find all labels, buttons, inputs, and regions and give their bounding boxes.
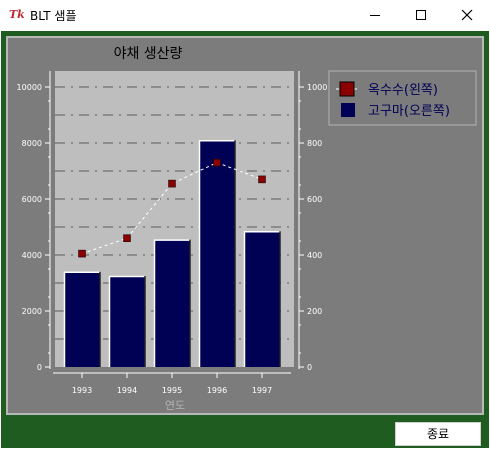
maximize-button[interactable] [398,0,444,31]
x-tick-label: 1996 [207,386,227,395]
x-tick-label: 1994 [117,386,137,395]
legend-marker-sweet-potato [341,103,355,117]
left-axis: 0 2000 4000 6000 8000 10000 [17,71,51,372]
graph-widget: 야채 생산량 0 2000 4000 6000 8000 10000 0 200 400 600… [6,36,484,415]
right-tick-label: 200 [307,307,322,316]
bar [108,275,146,367]
left-tick-label: 2000 [22,307,42,316]
close-icon [461,9,473,21]
close-button[interactable] [444,0,490,31]
legend: 옥수수(왼쪽) 고구마(오른쪽) [328,70,477,126]
line-point [213,158,221,167]
legend-label-sweet-potato: 고구마(오른쪽) [368,104,450,119]
bar [198,139,236,367]
x-axis-label: 연도 [165,399,185,412]
bar [63,271,101,367]
line-point [123,234,131,242]
right-tick-label: 1000 [307,83,327,92]
left-tick-label: 10000 [17,83,42,92]
line-point [168,179,176,188]
left-tick-label: 4000 [22,251,42,260]
right-tick-label: 400 [307,251,322,260]
chart-title: 야채 생산량 [114,46,183,62]
window-client: 야채 생산량 0 2000 4000 6000 8000 10000 0 200 400 600… [1,31,489,448]
legend-label-corn: 옥수수(왼쪽) [368,83,438,98]
left-tick-label: 6000 [22,195,42,204]
line-point [78,249,86,258]
minimize-button[interactable] [352,0,398,31]
bar [153,239,191,367]
maximize-icon [416,10,426,20]
left-tick-label: 8000 [22,139,42,148]
chart: 야채 생산량 0 2000 4000 6000 8000 10000 0 200 400 600… [17,46,477,412]
legend-marker-corn [339,81,355,97]
window-title: BLT 샘플 [30,9,77,23]
x-axis: 1993 1994 1995 1996 1997 [53,372,291,395]
quit-button[interactable]: 종료 [395,422,481,446]
x-tick-label: 1997 [252,386,272,395]
x-tick-label: 1995 [162,386,182,395]
left-tick-label: 0 [37,363,42,372]
minimize-icon [370,15,380,16]
right-tick-label: 0 [307,363,312,372]
bar [243,230,281,367]
title-bar: Tk BLT 샘플 [0,0,490,31]
right-tick-label: 800 [307,139,322,148]
right-tick-label: 600 [307,195,322,204]
tk-feather-icon: Tk [9,8,25,21]
x-tick-label: 1993 [72,386,92,395]
line-point [258,175,266,184]
right-axis: 0 200 400 600 800 1000 [298,71,327,372]
button-bar: 종료 [1,419,489,448]
